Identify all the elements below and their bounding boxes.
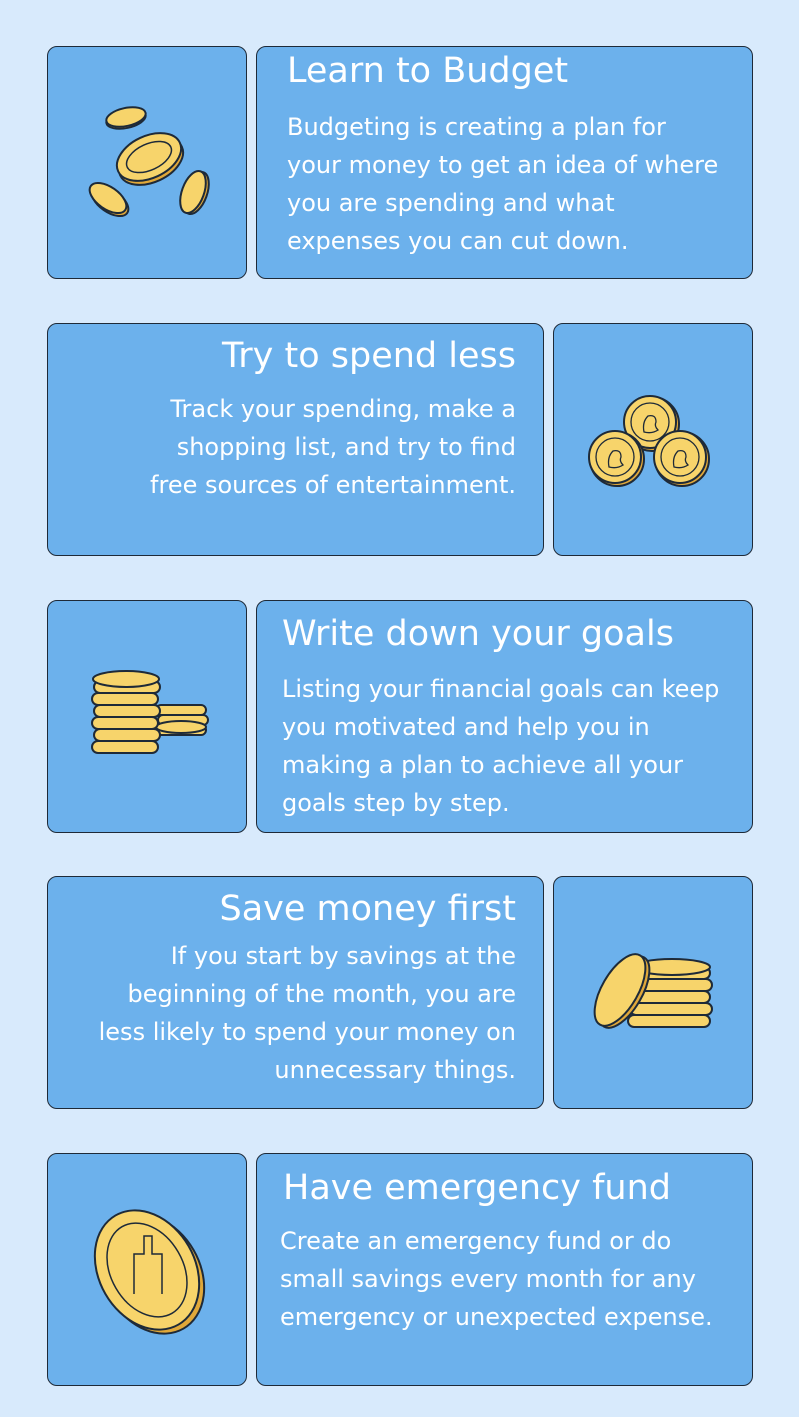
section-4-text-card: Save money first If you start by savings…: [47, 876, 544, 1109]
coin-stacks-icon: [91, 670, 209, 754]
section-2-title: Try to spend less: [222, 336, 516, 376]
section-5-title: Have emergency fund: [283, 1168, 671, 1208]
section-4-body: If you start by savings at the beginning…: [98, 942, 516, 1084]
coin-pile-icon: [593, 953, 713, 1029]
section-3-body: Listing your financial goals can keep yo…: [282, 675, 720, 817]
section-3-title: Write down your goals: [282, 614, 674, 654]
section-1-text-card: Learn to Budget Budgeting is creating a …: [256, 46, 753, 279]
section-1-icon-card: [47, 46, 247, 279]
section-5-icon-card: [47, 1153, 247, 1386]
section-4-icon-card: [553, 876, 753, 1109]
three-portrait-coins-icon: [588, 395, 710, 487]
section-4-title: Save money first: [219, 889, 517, 929]
section-2-icon-card: [553, 323, 753, 556]
section-1-title: Learn to Budget: [287, 51, 569, 91]
section-5-body: Create an emergency fund or do small sav…: [280, 1227, 713, 1331]
section-2-body: Track your spending, make a shopping lis…: [150, 395, 516, 499]
section-2-text-card: Try to spend less Track your spending, m…: [47, 323, 544, 556]
section-1-body: Budgeting is creating a plan for your mo…: [287, 113, 719, 255]
large-coin-icon: [93, 1209, 206, 1335]
section-3-text-card: Write down your goals Listing your finan…: [256, 600, 753, 833]
section-3-icon-card: [47, 600, 247, 833]
section-5-text-card: Have emergency fund Create an emergency …: [256, 1153, 753, 1386]
scattered-coins-icon: [88, 106, 210, 218]
